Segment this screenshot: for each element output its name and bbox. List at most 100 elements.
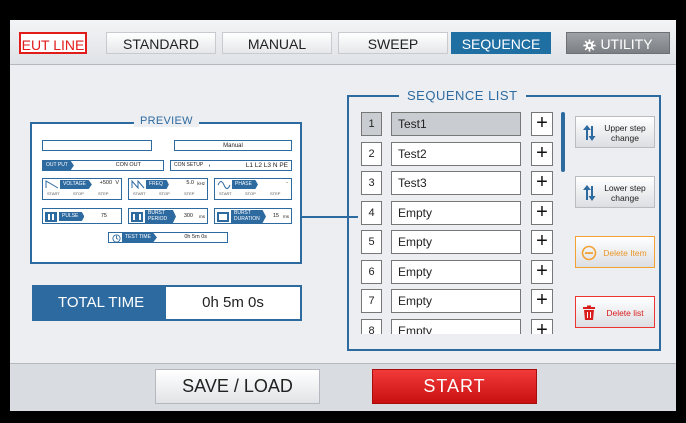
add-step-button[interactable]: + bbox=[531, 259, 553, 284]
preview-voltage: VOLTAGE +500 V START STOP STEP bbox=[42, 178, 122, 200]
sequence-row-number[interactable]: 5 bbox=[361, 230, 382, 254]
freq-value: 5.0 bbox=[186, 180, 194, 186]
sequence-row[interactable]: 8 Empty + bbox=[361, 318, 557, 334]
sequence-row[interactable]: 4 Empty + bbox=[361, 200, 557, 225]
test-time-label: TEST TIME bbox=[122, 233, 157, 242]
upper-step-change-button[interactable]: Upper step change bbox=[575, 116, 655, 148]
tab-utility-label: UTILITY bbox=[600, 36, 653, 52]
sequence-row-name[interactable]: Empty bbox=[391, 200, 521, 225]
sequence-row-name[interactable]: Empty bbox=[391, 318, 521, 334]
lower-step-change-button[interactable]: Lower step change bbox=[575, 176, 655, 208]
sequence-list-title: SEQUENCE LIST bbox=[399, 88, 526, 103]
total-time-box: TOTAL TIME 0h 5m 0s bbox=[32, 285, 302, 321]
delete-item-label: Delete Item bbox=[603, 248, 647, 258]
sequence-row-number[interactable]: 2 bbox=[361, 141, 382, 166]
sequence-row[interactable]: 5 Empty + bbox=[361, 230, 557, 254]
sequence-list-panel: SEQUENCE LIST 1 Test1 +2 Test2 +3 Test3 +4 Empt… bbox=[347, 88, 661, 351]
burst-period-icon bbox=[131, 212, 143, 222]
phase-start-label: START bbox=[219, 191, 232, 196]
sequence-row-number[interactable]: 1 bbox=[361, 112, 382, 136]
delete-list-button[interactable]: Delete list bbox=[575, 296, 655, 328]
clock-icon bbox=[112, 234, 121, 242]
voltage-start-label: START bbox=[47, 191, 60, 196]
sequence-row-number[interactable]: 4 bbox=[361, 200, 382, 225]
tab-manual[interactable]: MANUAL bbox=[222, 32, 332, 54]
phase-stop-label: STOP bbox=[245, 191, 256, 196]
sequence-row-name[interactable]: Test2 bbox=[391, 141, 521, 166]
phase-wave-icon bbox=[217, 181, 231, 189]
phase-value: - bbox=[286, 180, 288, 186]
phase-step-label: STEP bbox=[270, 191, 281, 196]
voltage-stop-label: STOP bbox=[73, 191, 84, 196]
total-time-value: 0h 5m 0s bbox=[202, 294, 264, 311]
pulse-value: 75 bbox=[100, 213, 107, 219]
test-time-value: 0h 5m 0s bbox=[184, 234, 207, 240]
sequence-scrollbar[interactable] bbox=[561, 112, 565, 172]
burst-duration-label: BURST DURATION bbox=[231, 210, 266, 223]
tab-sweep[interactable]: SWEEP bbox=[338, 32, 448, 54]
sequence-row-name[interactable]: Test3 bbox=[391, 171, 521, 195]
sequence-row-number[interactable]: 6 bbox=[361, 259, 382, 284]
preview-pulse: PULSE 75 bbox=[42, 208, 122, 224]
voltage-unit: V bbox=[115, 180, 119, 186]
upper-step-change-label: Upper step change bbox=[604, 123, 646, 143]
sequence-row[interactable]: 7 Empty + bbox=[361, 289, 557, 313]
coupling-label: CON SETUP bbox=[171, 161, 211, 170]
save-load-button[interactable]: SAVE / LOAD bbox=[155, 369, 320, 404]
pulse-label: PULSE bbox=[59, 212, 85, 221]
tab-sequence[interactable]: SEQUENCE bbox=[451, 32, 551, 54]
sequence-row-name[interactable]: Empty bbox=[391, 230, 521, 254]
sequence-row[interactable]: 1 Test1 + bbox=[361, 112, 557, 136]
preview-title: PREVIEW bbox=[134, 115, 199, 127]
start-button[interactable]: START bbox=[372, 369, 537, 404]
tester-screen: EUT LINE STANDARD MANUAL SWEEP SEQUENCE … bbox=[10, 20, 676, 411]
trash-icon bbox=[583, 305, 595, 320]
sequence-row-number[interactable]: 3 bbox=[361, 171, 382, 195]
freq-unit: kHz bbox=[197, 181, 205, 186]
preview-burst-duration: BURST DURATION 15 ms bbox=[214, 208, 292, 224]
preview-burst-period: BURST PERIOD 300 ms bbox=[128, 208, 208, 224]
preview-freq: FREQ 5.0 kHz START STOP STEP bbox=[128, 178, 208, 200]
sequence-row-name[interactable]: Test1 bbox=[391, 112, 521, 136]
sequence-row[interactable]: 6 Empty + bbox=[361, 259, 557, 284]
freq-label: FREQ bbox=[146, 180, 169, 189]
burst-period-label: BURST PERIOD bbox=[145, 210, 176, 223]
preview-phase: PHASE - START STOP STEP bbox=[214, 178, 292, 200]
preview-name-field bbox=[42, 140, 152, 151]
tab-eut-line[interactable]: EUT LINE bbox=[19, 32, 87, 54]
add-step-button[interactable]: + bbox=[531, 289, 553, 313]
sequence-rows: 1 Test1 +2 Test2 +3 Test3 +4 Empty +5 Empty +6 Empt… bbox=[361, 112, 557, 334]
add-step-button[interactable]: + bbox=[531, 112, 553, 136]
burst-duration-value: 15 bbox=[272, 213, 279, 219]
add-step-button[interactable]: + bbox=[531, 171, 553, 195]
top-tab-bar: EUT LINE STANDARD MANUAL SWEEP SEQUENCE … bbox=[10, 20, 676, 65]
sequence-row-name[interactable]: Empty bbox=[391, 259, 521, 284]
add-step-button[interactable]: + bbox=[531, 141, 553, 166]
sequence-row-number[interactable]: 8 bbox=[361, 318, 382, 334]
preview-test-time: TEST TIME 0h 5m 0s bbox=[108, 232, 228, 243]
freq-stop-label: STOP bbox=[159, 191, 170, 196]
delete-list-label: Delete list bbox=[606, 308, 644, 318]
tab-standard[interactable]: STANDARD bbox=[106, 32, 216, 54]
phase-label: PHASE bbox=[232, 180, 258, 189]
total-time-label: TOTAL TIME bbox=[34, 287, 166, 319]
tab-utility[interactable]: UTILITY bbox=[566, 32, 670, 54]
burst-duration-unit: ms bbox=[283, 214, 289, 219]
preview-output: OUT PUT CON OUT bbox=[42, 160, 164, 171]
sequence-row-number[interactable]: 7 bbox=[361, 289, 382, 313]
voltage-label: VOLTAGE bbox=[60, 180, 92, 189]
add-step-button[interactable]: + bbox=[531, 230, 553, 254]
add-step-button[interactable]: + bbox=[531, 200, 553, 225]
add-step-button[interactable]: + bbox=[531, 318, 553, 334]
gear-icon bbox=[583, 39, 597, 52]
sequence-row-name[interactable]: Empty bbox=[391, 289, 521, 313]
sequence-row[interactable]: 2 Test2 + bbox=[361, 141, 557, 166]
burst-period-unit: ms bbox=[199, 214, 205, 219]
minus-circle-icon bbox=[581, 245, 597, 261]
sequence-row[interactable]: 3 Test3 + bbox=[361, 171, 557, 195]
coupling-value: L1 L2 L3 N PE bbox=[245, 162, 288, 169]
voltage-value: +500 bbox=[99, 180, 112, 186]
delete-item-button[interactable]: Delete Item bbox=[575, 236, 655, 268]
freq-wave-icon bbox=[131, 180, 145, 189]
preview-coupling: CON SETUP L1 L2 L3 N PE bbox=[170, 160, 292, 171]
